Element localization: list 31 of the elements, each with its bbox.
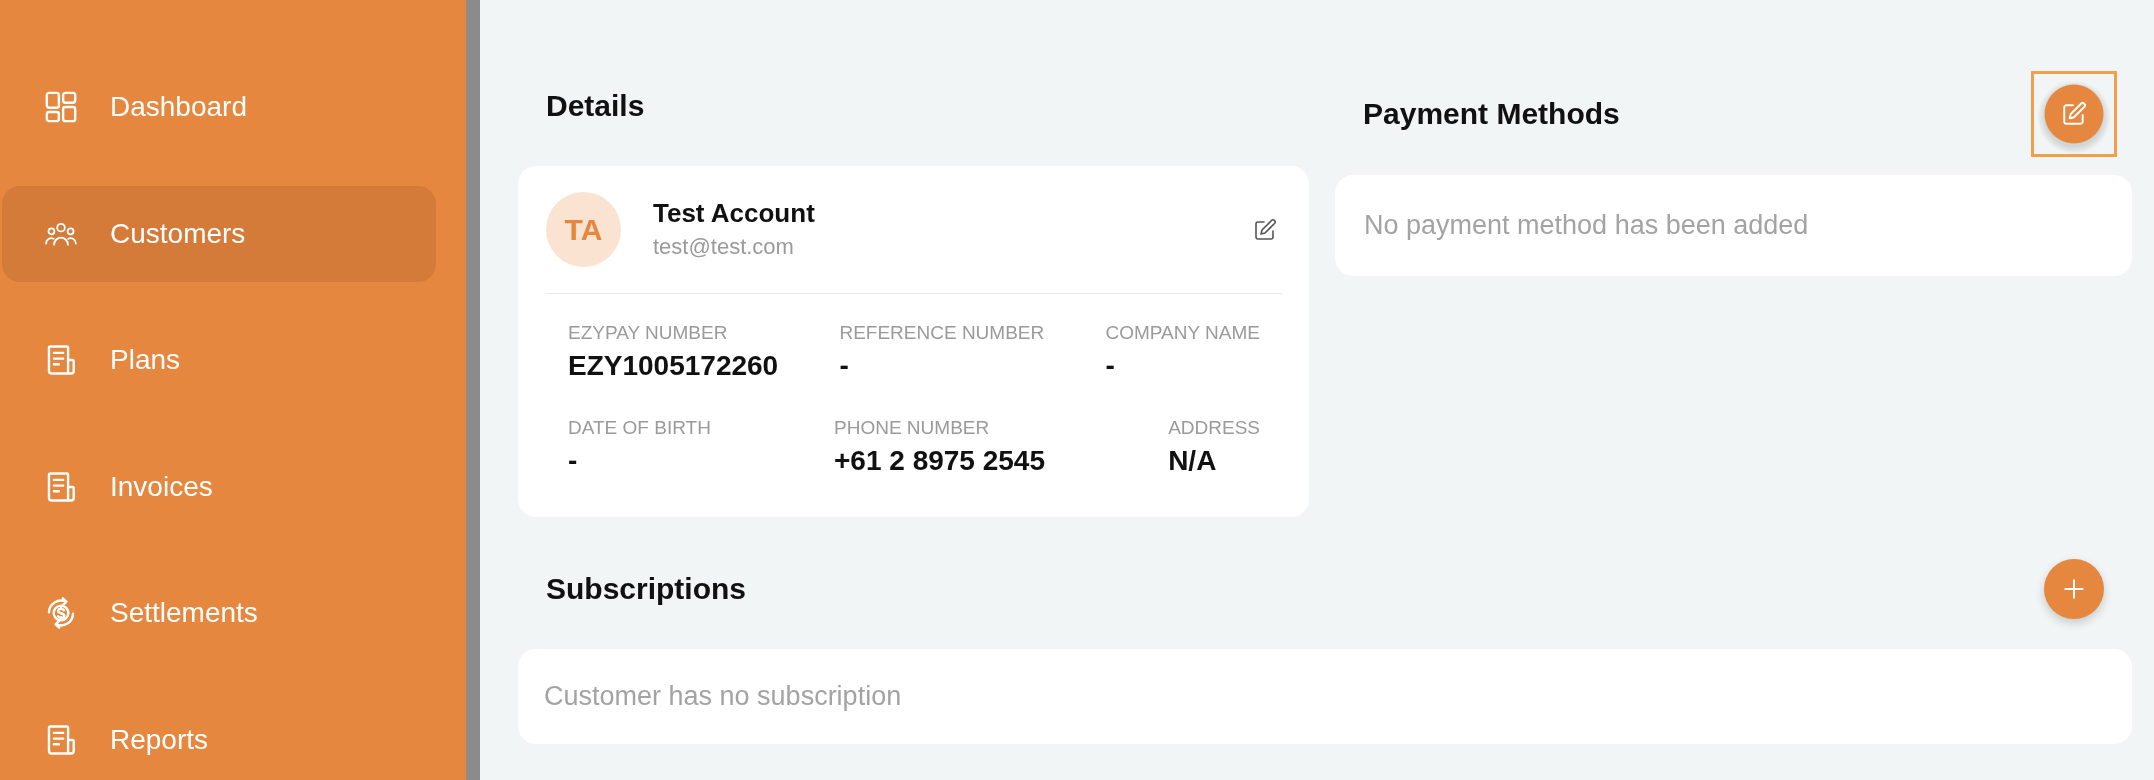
nav-item[interactable]: Reports bbox=[2, 701, 436, 778]
nav-item[interactable]: Customers bbox=[2, 185, 436, 282]
field-label: ADDRESS bbox=[1168, 417, 1260, 439]
nav-item[interactable]: Plans bbox=[2, 322, 436, 399]
nav-item[interactable]: Invoices bbox=[2, 448, 436, 525]
nav-item[interactable]: Dashboard bbox=[2, 69, 436, 145]
empty-message: Customer has no subscription bbox=[544, 681, 902, 712]
grid-icon bbox=[44, 90, 78, 124]
section-title: Payment Methods bbox=[1362, 96, 1620, 132]
field-label: COMPANY NAME bbox=[1105, 322, 1260, 344]
field-value: - bbox=[568, 444, 578, 478]
field-value: - bbox=[839, 349, 849, 383]
field-label: EZYPAY NUMBER bbox=[568, 322, 728, 344]
customer-email: test@test.com bbox=[653, 232, 795, 261]
field-value: N/A bbox=[1168, 444, 1217, 478]
section-title: Details bbox=[545, 88, 646, 124]
nav-item[interactable]: Settlements bbox=[2, 575, 436, 652]
empty-message: No payment method has been added bbox=[1364, 210, 1809, 241]
field-value: EZY1005172260 bbox=[568, 349, 779, 383]
field-label: DATE OF BIRTH bbox=[568, 417, 711, 439]
customer-name: Test Account bbox=[653, 196, 815, 230]
field-label: REFERENCE NUMBER bbox=[839, 322, 1045, 344]
edit-icon bbox=[2061, 101, 2087, 127]
section-title: Subscriptions bbox=[545, 571, 747, 607]
add-button[interactable] bbox=[2044, 559, 2104, 619]
edit-button[interactable] bbox=[1253, 217, 1277, 242]
field-value: +61 2 8975 2545 bbox=[834, 444, 1045, 478]
avatar: TA bbox=[546, 192, 621, 267]
field-value: - bbox=[1105, 349, 1115, 383]
edit-icon bbox=[1253, 217, 1277, 242]
field-label: PHONE NUMBER bbox=[834, 417, 990, 439]
